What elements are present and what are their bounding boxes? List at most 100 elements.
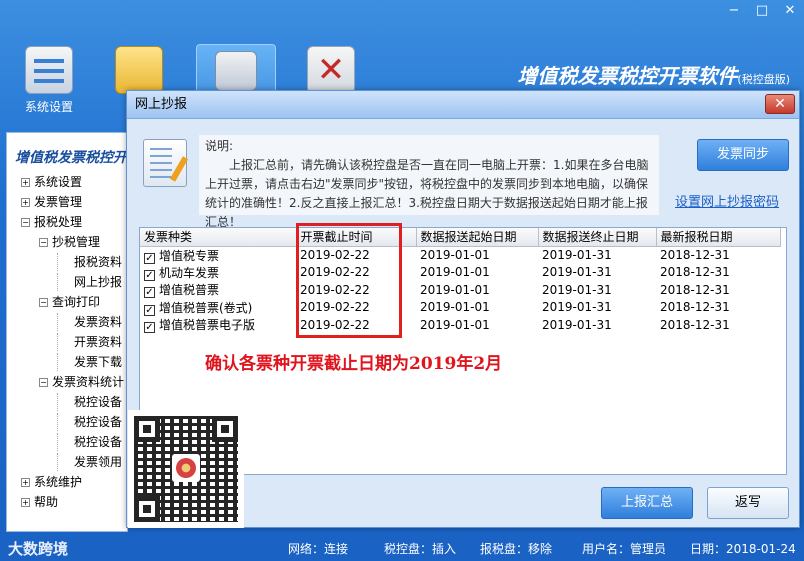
- note-label: 说明:: [205, 139, 234, 153]
- highlight-box: [296, 223, 402, 338]
- dialog-titlebar: 网上抄报: [127, 91, 799, 119]
- tree-node-tax-device-3[interactable]: 税控设备: [57, 433, 122, 451]
- qr-code-pattern: [134, 416, 238, 522]
- table-row[interactable]: ✓ 增值税专票 2019-02-22 2019-01-01 2019-01-31 …: [140, 246, 780, 264]
- tree-label: 税控设备: [74, 395, 123, 409]
- dialog-title: 网上抄报: [135, 97, 188, 112]
- row-checkbox[interactable]: ✓: [144, 252, 155, 264]
- cell-latest-date: 2018-12-31: [660, 248, 730, 262]
- tree-node-invoice-receive[interactable]: 发票领用: [57, 453, 122, 471]
- cell-type: 增值税普票(卷式): [159, 300, 253, 315]
- tree-node-issuing-data[interactable]: 开票资料: [57, 333, 122, 351]
- expand-icon[interactable]: +: [21, 498, 30, 507]
- expand-icon[interactable]: +: [21, 198, 30, 207]
- tree-label: 网上抄报: [74, 275, 123, 289]
- qr-code-image: [128, 410, 244, 528]
- column-header-end-date[interactable]: 数据报送终止日期: [538, 228, 657, 247]
- tree-label: 抄税管理: [52, 235, 101, 249]
- row-checkbox[interactable]: ✓: [144, 269, 155, 281]
- tree-label: 查询打印: [52, 295, 101, 309]
- set-password-link[interactable]: 设置网上抄报密码: [675, 191, 779, 210]
- tree-node-help[interactable]: + 帮助: [21, 493, 58, 511]
- row-checkbox[interactable]: ✓: [144, 322, 155, 334]
- tree-label: 税控设备: [74, 435, 123, 449]
- tree-label: 发票下载: [74, 355, 123, 369]
- close-window-button[interactable]: ✕: [782, 2, 798, 20]
- write-back-button[interactable]: 返写: [707, 487, 789, 519]
- tree-label: 系统维护: [34, 475, 83, 489]
- cell-latest-date: 2018-12-31: [660, 265, 730, 280]
- tree-label: 发票管理: [34, 195, 83, 209]
- table-row[interactable]: ✓ 机动车发票 2019-02-22 2019-01-01 2019-01-31 …: [140, 264, 780, 282]
- app-brand-title: 增值税发票税控开票软件(税控盘版): [517, 60, 790, 89]
- tree-node-tax-data[interactable]: 报税资料: [57, 253, 122, 271]
- tree-node-tax-device-2[interactable]: 税控设备: [57, 413, 122, 431]
- window-controls: − □ ✕: [726, 2, 798, 20]
- tree-label: 税控设备: [74, 415, 123, 429]
- collapse-icon[interactable]: −: [39, 238, 48, 247]
- cell-start-date: 2019-01-01: [420, 282, 490, 297]
- cell-start-date: 2019-01-01: [420, 317, 490, 332]
- expand-icon[interactable]: +: [21, 478, 30, 487]
- column-header-start-date[interactable]: 数据报送起始日期: [416, 228, 539, 247]
- tree-node-tax-processing[interactable]: − 报税处理: [21, 213, 82, 231]
- tree-node-online-copy-report[interactable]: 网上抄报: [57, 273, 122, 291]
- tree-node-invoice-data[interactable]: 发票资料: [57, 313, 122, 331]
- brand-suffix: (税控盘版): [737, 73, 790, 86]
- cell-end-date: 2019-01-31: [542, 282, 612, 297]
- dialog-close-button[interactable]: ✕: [765, 94, 795, 114]
- row-checkbox[interactable]: ✓: [144, 304, 155, 316]
- tree-node-invoice-statistics[interactable]: − 发票资料统计: [39, 373, 124, 391]
- status-username: 用户名：管理员: [582, 542, 667, 556]
- minimize-button[interactable]: −: [726, 2, 742, 20]
- cell-type: 增值税普票电子版: [159, 318, 256, 333]
- notepad-icon: [143, 139, 187, 187]
- collapse-icon[interactable]: −: [39, 298, 48, 307]
- note-text: 上报汇总前，请先确认该税控盘是否一直在同一电脑上开票：1.如果在多台电脑上开过票…: [205, 158, 649, 229]
- cell-latest-date: 2018-12-31: [660, 282, 730, 297]
- status-network: 网络：连接: [288, 542, 349, 556]
- expand-icon[interactable]: +: [21, 178, 30, 187]
- table-row[interactable]: ✓ 增值税普票 2019-02-22 2019-01-01 2019-01-31 …: [140, 281, 780, 299]
- invoice-folder-icon: [115, 46, 163, 94]
- column-header-latest-date[interactable]: 最新报税日期: [656, 228, 781, 247]
- cell-end-date: 2019-01-31: [542, 300, 612, 315]
- cell-type: 增值税专票: [159, 248, 220, 263]
- tree-node-query-print[interactable]: − 查询打印: [39, 293, 100, 311]
- cell-type: 机动车发票: [159, 265, 220, 280]
- toolbar-system-settings[interactable]: 系统设置: [14, 46, 84, 115]
- table-row[interactable]: ✓ 增值税普票电子版 2019-02-22 2019-01-01 2019-01-…: [140, 316, 780, 334]
- collapse-icon[interactable]: −: [21, 218, 30, 227]
- tree-label: 报税处理: [34, 215, 83, 229]
- row-checkbox[interactable]: ✓: [144, 287, 155, 299]
- tools-icon: [307, 46, 355, 94]
- qr-finder-icon: [134, 416, 160, 442]
- status-report-disk: 报税盘：移除: [480, 542, 553, 556]
- qr-logo-icon: [172, 454, 200, 482]
- table-row[interactable]: ✓ 增值税普票(卷式) 2019-02-22 2019-01-01 2019-01…: [140, 299, 780, 317]
- upload-summary-button[interactable]: 上报汇总: [601, 487, 693, 519]
- tree-label: 报税资料: [74, 255, 123, 269]
- tree-node-system-maintenance[interactable]: + 系统维护: [21, 473, 82, 491]
- collapse-icon[interactable]: −: [39, 378, 48, 387]
- status-bar: 大数跨境 网络：连接 税控盘：插入 报税盘：移除 用户名：管理员 日期：2018…: [0, 533, 804, 561]
- tree-node-invoice-management[interactable]: + 发票管理: [21, 193, 82, 211]
- toolbar-label-settings: 系统设置: [24, 100, 73, 114]
- tree-label: 发票领用: [74, 455, 123, 469]
- status-date: 日期：2018-01-24: [690, 542, 796, 556]
- table-header-row: 发票种类 开票截止时间 数据报送起始日期 数据报送终止日期 最新报税日期: [140, 228, 781, 247]
- cell-type: 增值税普票: [159, 283, 220, 298]
- tree-node-system-settings[interactable]: + 系统设置: [21, 173, 82, 191]
- tree-node-tax-device-1[interactable]: 税控设备: [57, 393, 122, 411]
- tree-node-tax-copy-management[interactable]: − 抄税管理: [39, 233, 100, 251]
- tree-node-invoice-download[interactable]: 发票下载: [57, 353, 122, 371]
- settings-panel-icon: [25, 46, 73, 94]
- tree-label: 开票资料: [74, 335, 123, 349]
- instructions-note: 说明: 上报汇总前，请先确认该税控盘是否一直在同一电脑上开票：1.如果在多台电脑…: [199, 135, 659, 229]
- tree-label: 系统设置: [34, 175, 83, 189]
- annotation-text: 确认各票种开票截止日期为2019年2月: [205, 354, 503, 374]
- tree-label: 发票资料统计: [52, 375, 125, 389]
- column-header-type[interactable]: 发票种类: [140, 228, 297, 247]
- invoice-sync-button[interactable]: 发票同步: [697, 139, 789, 171]
- maximize-button[interactable]: □: [754, 2, 770, 20]
